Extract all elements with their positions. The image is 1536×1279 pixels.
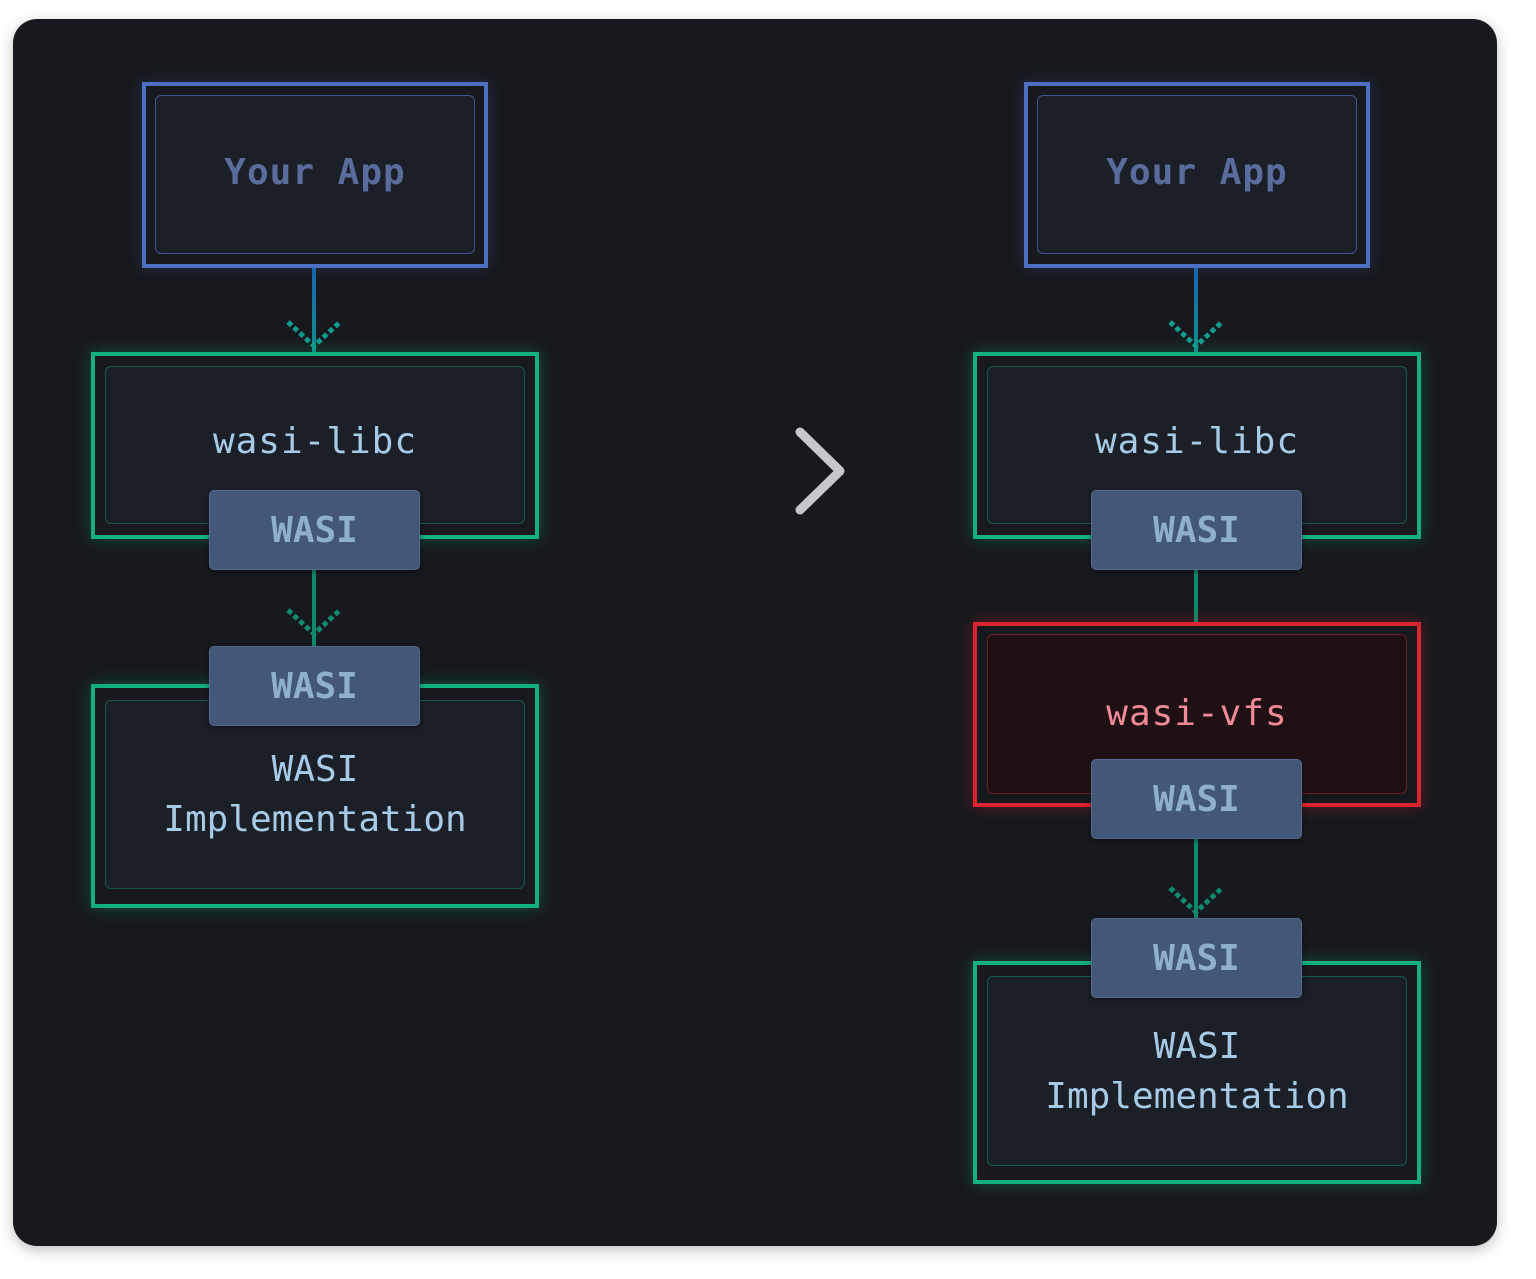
arrow-down-icon xyxy=(1168,320,1224,350)
libc-label: wasi-libc xyxy=(1094,421,1300,462)
wasi-badge: WASI xyxy=(1091,759,1302,839)
connector-line xyxy=(1194,570,1198,622)
arrow-right-icon xyxy=(666,427,845,515)
wasi-badge: WASI xyxy=(1091,918,1302,998)
arrow-down-icon xyxy=(286,608,342,638)
impl-label-line1: WASI xyxy=(1153,1026,1241,1067)
vfs-label: wasi-vfs xyxy=(1106,693,1288,734)
arrow-down-icon xyxy=(286,320,342,350)
wasi-badge: WASI xyxy=(209,646,420,726)
app-box-inner: Your App xyxy=(155,95,475,254)
libc-label: wasi-libc xyxy=(212,421,418,462)
impl-box-inner: WASI Implementation xyxy=(987,976,1407,1166)
impl-label-line2: Implementation xyxy=(1045,1076,1349,1117)
app-label: Your App xyxy=(1106,152,1288,193)
app-box-inner: Your App xyxy=(1037,95,1357,254)
wasi-badge: WASI xyxy=(209,490,420,570)
impl-label-line1: WASI xyxy=(271,749,359,790)
wasi-badge: WASI xyxy=(1091,490,1302,570)
impl-box-inner: WASI Implementation xyxy=(105,700,525,889)
impl-label-line2: Implementation xyxy=(163,799,467,840)
app-label: Your App xyxy=(224,152,406,193)
arrow-down-icon xyxy=(1168,886,1224,916)
